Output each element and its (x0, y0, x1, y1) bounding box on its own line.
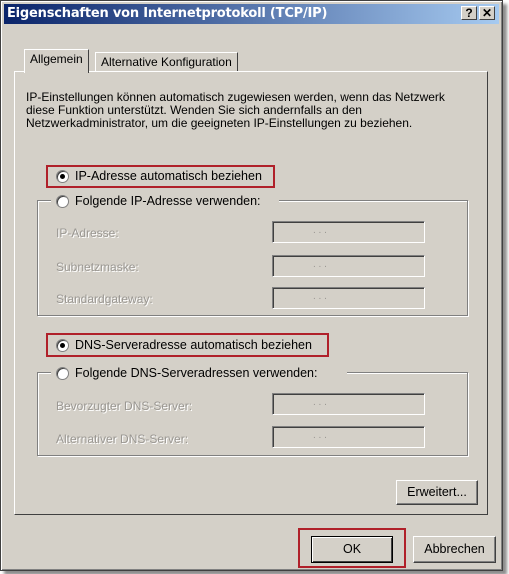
ip-address-field[interactable]: . . . (272, 221, 425, 243)
dns-manual-radio[interactable] (56, 367, 69, 380)
cancel-button[interactable]: Abbrechen (413, 536, 496, 563)
dns-auto-label[interactable]: DNS-Serveradresse automatisch beziehen (75, 338, 312, 352)
subnet-mask-label: Subnetzmaske: (56, 260, 139, 274)
dns-auto-radio[interactable] (56, 339, 69, 352)
preferred-dns-field[interactable]: . . . (272, 393, 425, 415)
default-gateway-label: Standardgateway: (56, 292, 153, 306)
subnet-mask-field[interactable]: . . . (272, 255, 425, 277)
alternate-dns-field[interactable]: . . . (272, 426, 425, 448)
preferred-dns-label: Bevorzugter DNS-Server: (56, 399, 193, 413)
dns-manual-label[interactable]: Folgende DNS-Serveradressen verwenden: (75, 366, 318, 380)
ip-manual-radio[interactable] (56, 195, 69, 208)
default-gateway-field[interactable]: . . . (272, 287, 425, 309)
ip-address-label: IP-Adresse: (56, 226, 119, 240)
ok-button[interactable]: OK (311, 536, 393, 563)
ip-manual-label[interactable]: Folgende IP-Adresse verwenden: (75, 194, 261, 208)
description-text: IP-Einstellungen können automatisch zuge… (26, 90, 445, 130)
alternate-dns-label: Alternativer DNS-Server: (56, 432, 189, 446)
ip-auto-label[interactable]: IP-Adresse automatisch beziehen (75, 169, 262, 183)
ip-auto-radio[interactable] (56, 170, 69, 183)
advanced-button[interactable]: Erweitert... (396, 480, 478, 505)
